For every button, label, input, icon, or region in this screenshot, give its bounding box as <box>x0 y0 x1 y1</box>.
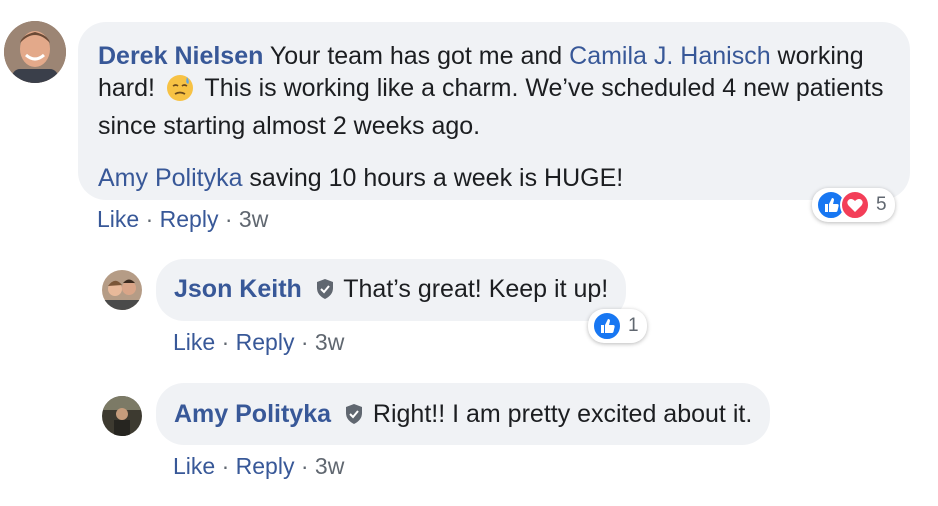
separator: · <box>221 329 230 355</box>
comment-text-4: saving 10 hours a week is HUGE! <box>242 164 624 192</box>
reply-bubble: Amy Polityka Right!! I am pretty excited… <box>156 383 771 445</box>
separator: · <box>300 453 309 479</box>
avatar-derek-nielsen[interactable] <box>4 21 66 83</box>
reply-link[interactable]: Reply <box>236 329 295 355</box>
mention-amy[interactable]: Amy Polityka <box>98 164 242 192</box>
separator: · <box>221 453 230 479</box>
comment-actions: Like · Reply · 3w <box>97 206 268 233</box>
person-photo-icon <box>4 21 66 83</box>
love-icon <box>840 190 870 220</box>
reaction-count: 1 <box>628 315 639 336</box>
comment-body-second-paragraph: Amy Polityka saving 10 hours a week is H… <box>98 162 890 194</box>
reaction-count: 5 <box>876 194 887 215</box>
reply-actions: Like · Reply · 3w <box>173 453 344 480</box>
avatar-amy-polityka[interactable] <box>102 396 142 436</box>
separator: · <box>224 206 233 232</box>
reply-text: Right!! I am pretty excited about it. <box>365 400 753 428</box>
reply-link[interactable]: Reply <box>160 206 219 232</box>
like-link[interactable]: Like <box>97 206 139 232</box>
separator: · <box>300 329 309 355</box>
comment-body: Derek Nielsen Your team has got me and C… <box>98 40 898 142</box>
timestamp[interactable]: 3w <box>315 329 344 355</box>
comment-author[interactable]: Derek Nielsen <box>98 42 263 70</box>
like-link[interactable]: Like <box>173 453 215 479</box>
reply-bubble: Json Keith That’s great! Keep it up! <box>156 259 627 321</box>
downcast-face-with-sweat-icon <box>166 74 194 110</box>
person-photo-icon <box>102 396 142 436</box>
person-photo-icon <box>102 270 142 310</box>
reply-author[interactable]: Json Keith <box>174 275 302 303</box>
mention-camila[interactable]: Camila J. Hanisch <box>569 42 770 70</box>
reply-text: That’s great! Keep it up! <box>336 275 609 303</box>
verified-shield-icon <box>315 276 335 308</box>
verified-shield-icon <box>344 401 364 433</box>
reply-actions: Like · Reply · 3w <box>173 329 344 356</box>
comment-reactions[interactable]: 5 <box>812 188 895 222</box>
like-link[interactable]: Like <box>173 329 215 355</box>
reply-author[interactable]: Amy Polityka <box>174 400 331 428</box>
comment-text-1: Your team has got me and <box>263 42 570 70</box>
timestamp[interactable]: 3w <box>239 206 268 232</box>
timestamp[interactable]: 3w <box>315 453 344 479</box>
reply-link[interactable]: Reply <box>236 453 295 479</box>
comment-text-3: This is working like a charm. We’ve sche… <box>98 74 884 140</box>
reply-reactions[interactable]: 1 <box>588 309 647 343</box>
avatar-json-keith[interactable] <box>102 270 142 310</box>
comment-bubble: Derek Nielsen Your team has got me and C… <box>78 22 910 200</box>
separator: · <box>145 206 154 232</box>
like-icon <box>592 311 622 341</box>
